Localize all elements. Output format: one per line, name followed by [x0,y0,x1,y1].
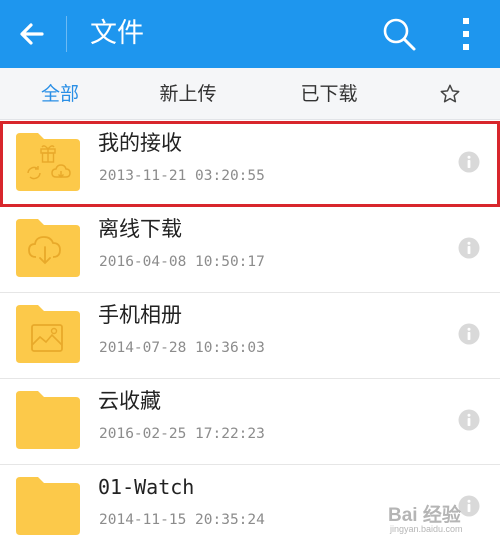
file-name: 离线下载 [98,217,182,241]
tab-new-uploads[interactable]: 新上传 [146,68,230,120]
file-name: 手机相册 [98,303,182,327]
info-icon[interactable] [458,323,480,345]
tab-downloaded[interactable]: 已下载 [286,68,372,120]
back-button[interactable] [14,16,50,52]
search-icon [383,18,416,51]
watermark-url: jingyan.baidu.com [390,524,463,534]
file-date: 2016-02-25 17:22:23 [99,426,265,442]
folder-photo-icon [16,305,80,363]
star-outline-icon [440,84,460,103]
file-date: 2014-07-28 10:36:03 [99,340,265,356]
more-options-button[interactable] [452,14,480,54]
file-name: 01-Watch [98,475,195,499]
list-item[interactable]: 云收藏 2016-02-25 17:22:23 [0,379,500,465]
file-date: 2014-11-15 20:35:24 [99,512,265,528]
info-icon[interactable] [458,151,480,173]
watermark-logo: Bai 经验 [388,505,461,526]
folder-icon [16,391,80,449]
page-title: 文件 [90,18,144,49]
tab-all[interactable]: 全部 [18,68,102,120]
tab-starred[interactable] [432,68,468,120]
search-button[interactable] [380,15,418,53]
arrow-left-icon [20,23,44,45]
file-name: 云收藏 [98,389,161,413]
info-icon[interactable] [458,409,480,431]
folder-gift-sync-icon [16,133,80,191]
folder-icon [16,477,80,535]
list-item[interactable]: 离线下载 2016-04-08 10:50:17 [0,207,500,293]
watermark: Bai 经验 jingyan.baidu.com [388,496,494,536]
list-item[interactable]: 手机相册 2014-07-28 10:36:03 [0,293,500,379]
info-icon[interactable] [458,237,480,259]
appbar-divider [66,16,67,52]
file-date: 2016-04-08 10:50:17 [99,254,265,270]
app-bar: 文件 [0,0,500,68]
list-item[interactable]: 我的接收 2013-11-21 03:20:55 [0,121,500,207]
more-vertical-icon [463,18,469,50]
file-date: 2013-11-21 03:20:55 [99,168,265,184]
file-name: 我的接收 [98,131,182,155]
filter-tabs: 全部 新上传 已下载 [0,68,500,120]
folder-cloud-download-icon [16,219,80,277]
